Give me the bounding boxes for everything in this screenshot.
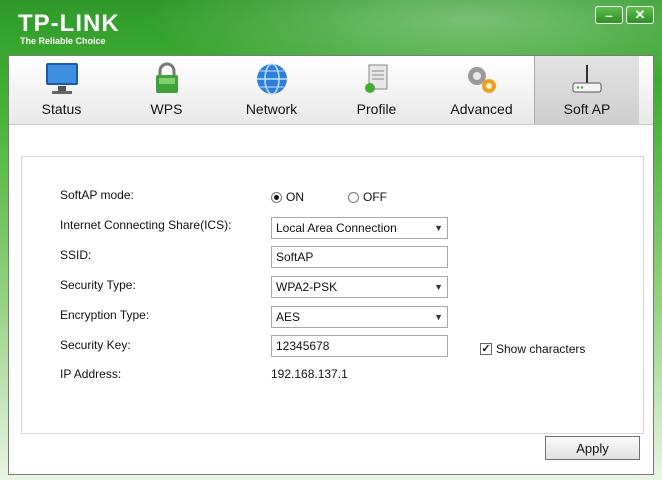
tab-label: Soft AP: [563, 101, 611, 117]
radio-unselected-icon: [348, 191, 359, 203]
profile-icon: [357, 60, 397, 98]
tab-soft-ap[interactable]: Soft AP: [534, 56, 639, 124]
ics-select[interactable]: Local Area Connection ▼: [271, 217, 448, 239]
ssid-label: SSID:: [60, 248, 92, 262]
tab-label: Network: [245, 101, 298, 117]
close-icon: ✕: [634, 7, 646, 22]
tab-advanced[interactable]: Advanced: [429, 56, 534, 124]
softap-on-radio[interactable]: ON: [271, 190, 304, 204]
chevron-down-icon: ▼: [434, 282, 443, 292]
gears-icon: [462, 60, 502, 98]
encryption-type-select[interactable]: AES ▼: [271, 306, 448, 328]
apply-button[interactable]: Apply: [545, 436, 640, 460]
ics-value: Local Area Connection: [276, 221, 397, 235]
brand-tagline: The Reliable Choice: [20, 36, 106, 46]
chevron-down-icon: ▼: [434, 312, 443, 322]
window-controls: – ✕: [595, 6, 654, 24]
show-characters-label: Show characters: [496, 342, 586, 356]
tab-label: WPS: [150, 101, 183, 117]
tab-label: Status: [41, 101, 82, 117]
main-panel: Status WPS Network Profile Advanced Soft…: [8, 55, 654, 475]
globe-icon: [252, 60, 292, 98]
tab-wps[interactable]: WPS: [114, 56, 219, 124]
encryption-type-label: Encryption Type:: [60, 308, 150, 322]
show-characters-checkbox[interactable]: ✓ Show characters: [480, 342, 585, 356]
close-button[interactable]: ✕: [626, 6, 654, 24]
minimize-button[interactable]: –: [595, 6, 623, 24]
brand-logo: TP-LINK The Reliable Choice: [18, 10, 120, 46]
softap-off-radio[interactable]: OFF: [348, 190, 387, 204]
softap-mode-label: SoftAP mode:: [60, 188, 134, 202]
router-icon: [567, 60, 607, 98]
encryption-type-value: AES: [276, 310, 301, 324]
ip-address-value: 192.168.137.1: [271, 367, 348, 381]
tab-label: Advanced: [450, 101, 513, 117]
app-window: TP-LINK The Reliable Choice – ✕ Status W…: [0, 0, 662, 480]
tab-profile[interactable]: Profile: [324, 56, 429, 124]
security-type-label: Security Type:: [60, 278, 136, 292]
ip-address-label: IP Address:: [60, 367, 122, 381]
tab-label: Profile: [356, 101, 397, 117]
tab-bar: Status WPS Network Profile Advanced Soft…: [9, 56, 653, 125]
radio-selected-icon: [271, 191, 282, 203]
radio-off-label: OFF: [363, 190, 387, 204]
tab-network[interactable]: Network: [219, 56, 324, 124]
chevron-down-icon: ▼: [434, 223, 443, 233]
tab-status[interactable]: Status: [9, 56, 114, 124]
radio-on-label: ON: [286, 190, 304, 204]
monitor-icon: [42, 60, 82, 98]
security-key-input[interactable]: 12345678: [271, 335, 448, 357]
ics-label: Internet Connecting Share(ICS):: [60, 218, 232, 232]
security-key-label: Security Key:: [60, 338, 131, 352]
checkbox-checked-icon: ✓: [480, 343, 492, 355]
softap-settings-panel: SoftAP mode: ON OFF Internet Connecting …: [21, 156, 644, 434]
security-type-value: WPA2-PSK: [276, 280, 338, 294]
security-type-select[interactable]: WPA2-PSK ▼: [271, 276, 448, 298]
ssid-input[interactable]: SoftAP: [271, 246, 448, 268]
brand-name: TP-LINK: [18, 10, 120, 37]
wps-lock-icon: [147, 60, 187, 98]
minimize-icon: –: [605, 7, 613, 23]
